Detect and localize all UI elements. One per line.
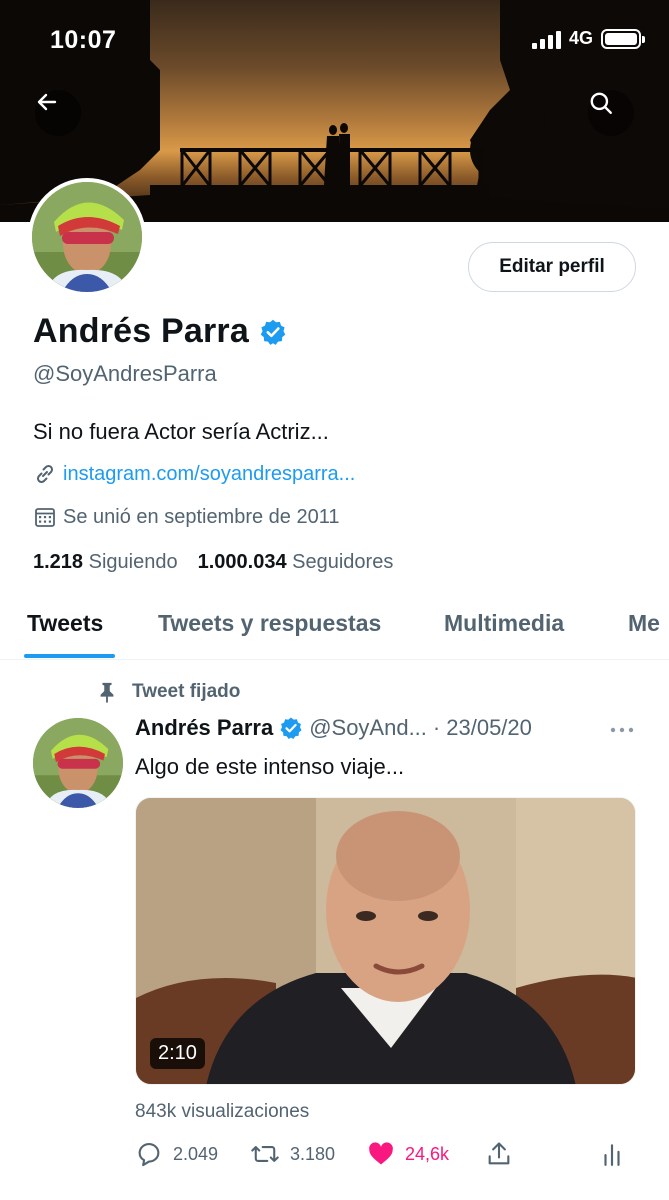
retweet-count: 3.180 — [290, 1143, 336, 1164]
calendar-icon — [35, 508, 55, 527]
analytics-icon — [604, 1144, 620, 1166]
video-duration: 2:10 — [150, 1038, 205, 1069]
tweet-views: 843k visualizaciones — [135, 1101, 310, 1122]
tweet-actions: 2.049 3.180 24,6k — [135, 1140, 636, 1172]
link-icon — [36, 464, 54, 484]
tweet-header: Andrés Parra @SoyAnd... · 23/05/20 — [135, 715, 532, 741]
profile-link-text[interactable]: instagram.com/soyandresparra... — [63, 463, 355, 486]
tweet-separator: · — [432, 715, 441, 740]
search-button[interactable] — [588, 90, 634, 136]
profile-name-row: Andrés Parra — [33, 312, 287, 351]
back-button[interactable] — [35, 90, 81, 136]
tab-tweets-replies[interactable]: Tweets y respuestas — [158, 610, 381, 637]
tab-media[interactable]: Multimedia — [444, 610, 564, 637]
tweet-text: Algo de este intenso viaje... — [135, 754, 405, 779]
followers-stat[interactable]: 1.000.034 Seguidores — [198, 551, 394, 574]
followers-label: Seguidores — [292, 551, 394, 573]
share-button[interactable] — [485, 1140, 513, 1168]
tweet-video[interactable] — [135, 797, 636, 1085]
verified-badge-icon — [280, 717, 302, 739]
tweet-author-avatar[interactable] — [33, 718, 123, 808]
analytics-button[interactable] — [599, 1140, 625, 1168]
edit-profile-button[interactable]: Editar perfil — [468, 242, 636, 292]
battery-icon — [601, 28, 645, 49]
tab-tweets[interactable]: Tweets — [27, 610, 103, 637]
like-button[interactable]: 24,6k — [367, 1140, 449, 1168]
tweet-author-handle[interactable]: @SoyAnd... — [309, 715, 427, 741]
pinned-indicator: Tweet fijado — [96, 680, 240, 704]
profile-bio: Si no fuera Actor sería Actriz... — [33, 419, 329, 444]
pin-icon — [100, 682, 114, 703]
followers-count: 1.000.034 — [197, 551, 287, 573]
share-icon — [488, 1142, 510, 1165]
status-bar: 10:07 4G — [0, 0, 669, 80]
retweet-icon — [251, 1146, 279, 1162]
tab-likes[interactable]: Me — [628, 610, 660, 637]
tweet-author-name[interactable]: Andrés Parra — [135, 715, 273, 741]
like-count: 24,6k — [405, 1143, 450, 1164]
pinned-label: Tweet fijado — [132, 681, 241, 702]
following-stat[interactable]: 1.218 Siguiendo — [33, 551, 178, 574]
tweet-date[interactable]: 23/05/20 — [446, 715, 532, 741]
verified-badge-icon — [260, 319, 286, 345]
reply-button[interactable]: 2.049 — [135, 1140, 218, 1168]
following-count: 1.218 — [33, 551, 84, 573]
reply-count: 2.049 — [173, 1143, 219, 1164]
profile-tabs: Tweets Tweets y respuestas Multimedia Me — [0, 598, 669, 660]
retweet-button[interactable]: 3.180 — [250, 1140, 335, 1168]
video-thumbnail — [136, 798, 635, 1084]
heart-filled-icon — [369, 1142, 393, 1165]
avatar-photo — [32, 182, 142, 292]
profile-avatar[interactable] — [28, 178, 146, 296]
search-icon — [590, 92, 612, 114]
profile-joined-text: Se unió en septiembre de 2011 — [63, 505, 340, 528]
network-type: 4G — [568, 28, 593, 48]
active-tab-indicator — [24, 654, 115, 658]
avatar-photo — [33, 718, 123, 808]
more-options-icon[interactable] — [608, 722, 636, 738]
arrow-left-icon — [37, 93, 57, 111]
signal-icon — [531, 29, 561, 49]
status-time: 10:07 — [50, 26, 117, 54]
reply-icon — [138, 1143, 160, 1167]
profile-handle: @SoyAndresParra — [33, 361, 217, 386]
profile-link[interactable]: instagram.com/soyandresparra... — [33, 462, 355, 486]
follow-stats: 1.218 Siguiendo 1.000.034 Seguidores — [33, 551, 393, 574]
profile-joined: Se unió en septiembre de 2011 — [33, 505, 340, 529]
following-label: Siguiendo — [88, 551, 178, 573]
profile-name: Andrés Parra — [33, 312, 249, 350]
status-indicators: 4G — [531, 28, 645, 49]
